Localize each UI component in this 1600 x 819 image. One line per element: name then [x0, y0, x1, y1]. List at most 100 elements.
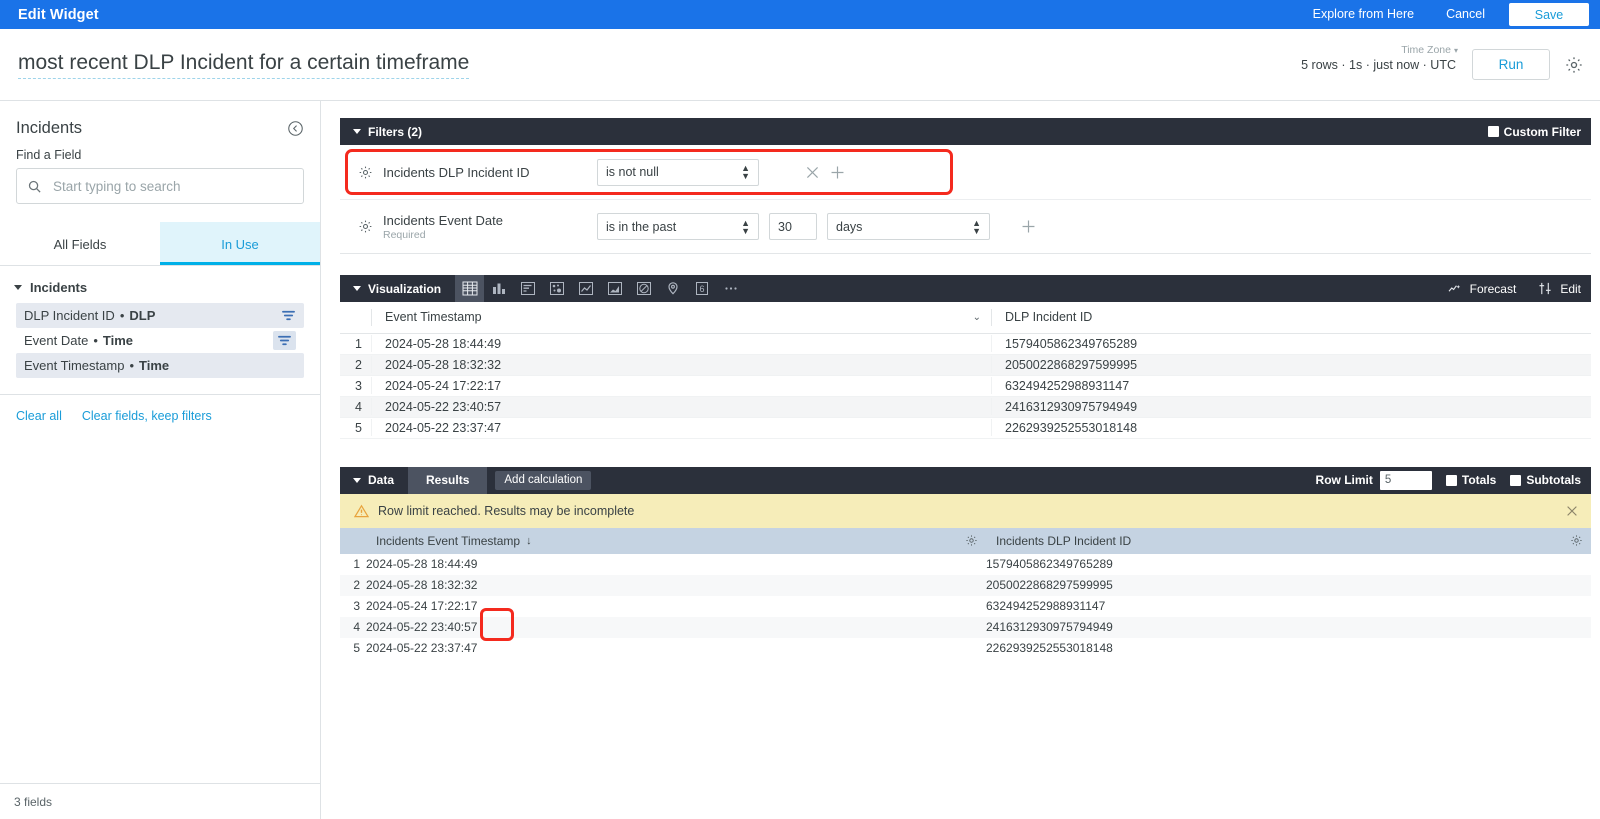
pie-chart-icon[interactable]	[629, 275, 658, 302]
table-row[interactable]: 4 2024-05-22 23:40:57 241631293097579494…	[340, 616, 1591, 638]
field-item-event-date[interactable]: Event Date • Time	[16, 328, 304, 353]
save-button[interactable]: Save	[1509, 3, 1589, 26]
query-meta-actions: Time Zone ▾ 5 rows · 1s · just now · UTC …	[1301, 44, 1584, 80]
column-chart-icon[interactable]	[484, 275, 513, 302]
field-type: Time	[102, 333, 133, 348]
data-toggle[interactable]: Data	[340, 467, 408, 494]
filter-value-input[interactable]: 30	[769, 213, 817, 240]
filter-required-label: Required	[383, 228, 426, 241]
column-settings-gear-icon[interactable]	[965, 534, 978, 547]
table-row[interactable]: 5 2024-05-22 23:37:47 226293925255301814…	[340, 417, 1591, 439]
row-index: 2	[340, 574, 366, 596]
filter-icon[interactable]	[273, 331, 296, 350]
visualization-type-picker: 6	[455, 275, 745, 302]
subtotals-label: Subtotals	[1526, 473, 1581, 487]
results-column-header-dlp-incident-id[interactable]: Incidents DLP Incident ID	[986, 527, 1591, 554]
column-header-dlp-incident-id[interactable]: DLP Incident ID	[991, 302, 1591, 334]
add-filter-icon[interactable]	[1020, 218, 1037, 235]
search-box[interactable]	[16, 168, 304, 204]
settings-gear-icon[interactable]	[1564, 55, 1584, 75]
field-type: DLP	[129, 308, 156, 323]
tab-results[interactable]: Results	[408, 466, 488, 494]
table-row[interactable]: 3 2024-05-24 17:22:17 632494252988931147	[340, 375, 1591, 397]
row-limit-input[interactable]	[1379, 470, 1432, 490]
tab-all-fields[interactable]: All Fields	[0, 222, 160, 265]
checkbox-icon[interactable]	[1510, 474, 1522, 486]
totals-label: Totals	[1461, 473, 1497, 487]
line-chart-icon[interactable]	[571, 275, 600, 302]
filters-toggle[interactable]: Filters (2)	[340, 118, 436, 145]
row-index: 1	[353, 557, 360, 571]
filter-operator-select[interactable]: is in the past ▲ ▼	[597, 213, 759, 240]
table-row[interactable]: 1 2024-05-28 18:44:49 157940586234976528…	[340, 333, 1591, 355]
filter-gear-icon[interactable]	[358, 219, 373, 234]
field-item-dlp-incident-id[interactable]: DLP Incident ID • DLP	[16, 303, 304, 328]
checkbox-icon[interactable]	[1445, 474, 1457, 486]
filter-unit-value: days	[836, 219, 863, 234]
table-row[interactable]: 4 2024-05-22 23:40:57 241631293097579494…	[340, 396, 1591, 418]
search-container	[0, 168, 320, 204]
widget-title-input[interactable]: most recent DLP Incident for a certain t…	[18, 51, 470, 79]
filter-field-name: Incidents DLP Incident ID	[383, 164, 530, 180]
results-column-header-event-timestamp[interactable]: Incidents Event Timestamp ↓	[366, 527, 986, 554]
cell-value: 2050022868297599995	[991, 356, 1591, 373]
scatter-plot-icon[interactable]	[542, 275, 571, 302]
search-input[interactable]	[51, 177, 293, 195]
run-button[interactable]: Run	[1472, 49, 1550, 80]
more-options-icon[interactable]	[716, 275, 745, 302]
visualization-header-bar: Visualization 6 Forecast Edit	[340, 275, 1591, 302]
table-row[interactable]: 2 2024-05-28 18:32:32 205002286829759999…	[340, 354, 1591, 376]
clear-fields-keep-filters-link[interactable]: Clear fields, keep filters	[82, 409, 212, 423]
edit-visualization-button[interactable]: Edit	[1538, 282, 1581, 296]
triangle-down-icon	[14, 285, 22, 290]
filter-icon[interactable]	[281, 309, 296, 322]
cell-event-timestamp: 2024-05-22 23:40:57	[371, 396, 991, 418]
data-header-actions: Row Limit Totals Subtotals	[1316, 470, 1591, 490]
field-item-event-timestamp[interactable]: Event Timestamp • Time	[16, 353, 304, 378]
bar-chart-icon[interactable]	[513, 275, 542, 302]
checkbox-icon[interactable]	[1487, 126, 1499, 137]
tab-in-use[interactable]: In Use	[160, 222, 320, 265]
remove-filter-icon[interactable]	[804, 164, 821, 181]
cancel-button[interactable]: Cancel	[1430, 0, 1501, 29]
column-settings-gear-icon[interactable]	[1570, 534, 1583, 547]
sort-descending-icon[interactable]: ↓	[526, 535, 532, 547]
filters-label: Filters (2)	[368, 124, 423, 139]
filters-header-bar: Filters (2) Custom Filter	[340, 118, 1591, 145]
area-chart-icon[interactable]	[600, 275, 629, 302]
search-icon	[27, 179, 42, 194]
explore-from-here-link[interactable]: Explore from Here	[1297, 0, 1430, 29]
subtotals-toggle[interactable]: Subtotals	[1510, 473, 1581, 487]
sliders-icon	[1538, 282, 1553, 295]
table-row[interactable]: 3 2024-05-24 17:22:17 632494252988931147	[340, 596, 1591, 617]
totals-toggle[interactable]: Totals	[1445, 473, 1497, 487]
close-icon[interactable]	[1565, 504, 1579, 518]
top-app-bar: Edit Widget Explore from Here Cancel Sav…	[0, 0, 1600, 29]
filter-unit-select[interactable]: days ▲ ▼	[827, 213, 990, 240]
table-row[interactable]: 5 2024-05-22 23:37:47 226293925255301814…	[340, 638, 1591, 659]
cell-dlp-incident-id: 2050022868297599995	[991, 354, 1591, 376]
visualization-toggle[interactable]: Visualization	[340, 275, 455, 302]
table-viz-icon[interactable]	[455, 275, 485, 302]
column-header-event-timestamp[interactable]: Event Timestamp ⌄	[371, 302, 991, 334]
cell-event-timestamp: 2024-05-24 17:22:17	[371, 375, 991, 397]
map-pin-icon[interactable]	[658, 275, 687, 302]
chevron-down-icon[interactable]: ⌄	[973, 312, 991, 323]
custom-filter-toggle[interactable]: Custom Filter	[1487, 125, 1581, 139]
filter-operator-select[interactable]: is not null ▲ ▼	[597, 158, 759, 186]
forecast-button[interactable]: Forecast	[1448, 281, 1517, 296]
timezone-selector[interactable]: Time Zone ▾	[1401, 44, 1458, 56]
add-calculation-button[interactable]: Add calculation	[495, 470, 592, 490]
add-filter-icon[interactable]	[829, 164, 846, 181]
forecast-label: Forecast	[1469, 281, 1517, 296]
field-group-incidents[interactable]: Incidents	[0, 266, 320, 303]
data-header-bar: Data Results Add calculation Row Limit T…	[340, 466, 1591, 494]
clear-all-link[interactable]: Clear all	[16, 409, 62, 423]
results-header-row: Incidents Event Timestamp ↓ Incidents DL…	[340, 527, 1591, 554]
table-row[interactable]: 2 2024-05-28 18:32:32 205002286829759999…	[340, 574, 1591, 596]
select-arrows-icon: ▲ ▼	[741, 163, 750, 181]
table-row[interactable]: 1 2024-05-28 18:44:49 157940586234976528…	[340, 554, 1591, 575]
filter-gear-icon[interactable]	[358, 165, 373, 180]
collapse-sidebar-icon[interactable]	[287, 120, 304, 137]
single-value-icon[interactable]: 6	[687, 275, 716, 302]
